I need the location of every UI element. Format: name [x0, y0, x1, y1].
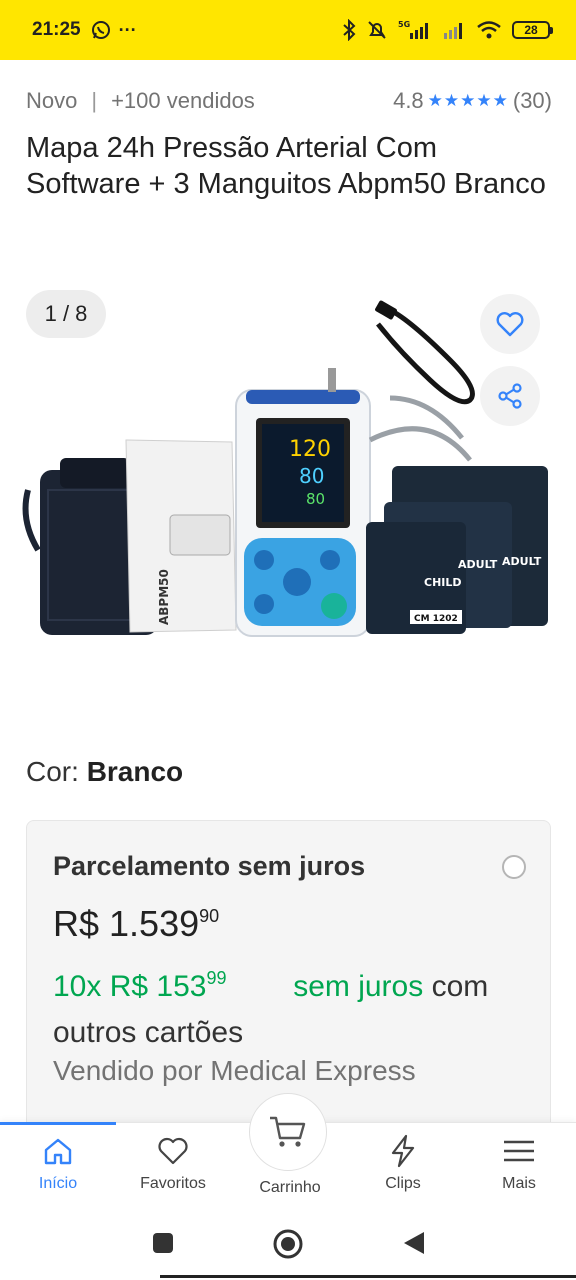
- battery-indicator: 28: [512, 21, 553, 39]
- share-button[interactable]: [480, 366, 540, 426]
- svg-text:5G: 5G: [398, 20, 410, 29]
- sold-count: +100 vendidos: [111, 88, 255, 113]
- color-label: Cor:: [26, 756, 79, 787]
- cart-icon: [270, 1116, 306, 1147]
- status-bar: 21:25 ··· 5G 28: [0, 0, 576, 60]
- menu-icon: [504, 1140, 534, 1162]
- color-selector[interactable]: Cor: Branco: [26, 756, 183, 788]
- condition-label: Novo: [26, 88, 78, 113]
- manual-booklet: ABPM50: [125, 439, 237, 633]
- nav-home[interactable]: Início: [8, 1133, 108, 1193]
- heart-icon: [158, 1137, 188, 1165]
- image-counter: 1 / 8: [26, 290, 106, 338]
- circle-home-icon: [273, 1229, 303, 1259]
- product-meta-row: Novo | +100 vendidos 4.8 ★★★★★ (30): [26, 86, 552, 116]
- device-systolic: 120: [289, 437, 331, 462]
- back-triangle-icon: [404, 1232, 424, 1254]
- lightning-icon: [391, 1134, 415, 1168]
- installment-count: 10x: [53, 970, 102, 1003]
- price-cents: 90: [199, 906, 220, 926]
- price: R$ 1.53990: [53, 903, 219, 945]
- home-button[interactable]: [272, 1228, 304, 1265]
- muted-bell-icon: [368, 21, 386, 39]
- system-navigation: [0, 1206, 576, 1280]
- installment-details: 10x R$ 15399 sem juros com outros cartõe…: [53, 955, 528, 1056]
- bluetooth-icon: [343, 19, 356, 41]
- product-title: Mapa 24h Pressão Arterial Com Software +…: [26, 132, 546, 200]
- nav-cart[interactable]: Carrinho: [240, 1179, 340, 1197]
- installments-heading: Parcelamento sem juros: [53, 851, 366, 881]
- signal-icon: [444, 23, 462, 39]
- product-gallery[interactable]: ABPM50 120 80 80 ADULT ADULT CHILD CM 12…: [0, 290, 576, 710]
- seller-info: Vendido por Medical Express: [53, 1055, 416, 1086]
- whatsapp-icon: [91, 21, 110, 39]
- home-icon: [44, 1138, 72, 1165]
- cuff-label-adult-1: ADULT: [502, 555, 542, 568]
- installment-value: R$ 15399: [109, 968, 227, 1003]
- more-notifications-icon: ···: [118, 19, 137, 40]
- no-interest-label: sem juros: [293, 970, 424, 1003]
- back-button[interactable]: [402, 1230, 426, 1261]
- installments-radio[interactable]: [502, 855, 526, 879]
- gesture-bar: [160, 1275, 576, 1278]
- device-diastolic: 80: [299, 464, 324, 488]
- device-pulse: 80: [306, 490, 325, 508]
- meta-divider: |: [91, 88, 98, 113]
- nav-cart-button[interactable]: [249, 1093, 327, 1171]
- nav-clips[interactable]: Clips: [353, 1133, 453, 1193]
- star-rating-icon: ★★★★★: [427, 91, 509, 110]
- share-icon: [498, 383, 522, 409]
- rating-summary[interactable]: 4.8 ★★★★★ (30): [393, 88, 552, 114]
- cuff-label-child: CHILD: [424, 576, 462, 589]
- cuff-label-adult-2: ADULT: [458, 558, 498, 571]
- installments-option[interactable]: Parcelamento sem juros R$ 1.53990 10x R$…: [26, 820, 551, 1140]
- rating-value: 4.8: [393, 88, 424, 113]
- abpm-device: 120 80 80: [235, 368, 371, 637]
- bottom-navigation: Início Favoritos Carrinho Clips Mais: [0, 1093, 576, 1206]
- heart-icon: [496, 312, 524, 337]
- product-image[interactable]: ABPM50 120 80 80 ADULT ADULT CHILD CM 12…: [0, 290, 576, 710]
- review-count: (30): [512, 88, 552, 113]
- color-value: Branco: [86, 756, 184, 787]
- signal-5g-icon: 5G: [398, 20, 428, 39]
- nav-more[interactable]: Mais: [469, 1133, 569, 1193]
- status-time: 21:25: [32, 19, 81, 40]
- active-tab-indicator: [0, 1122, 116, 1125]
- cuff-code: CM 1202: [414, 614, 458, 624]
- nav-favorites[interactable]: Favoritos: [123, 1133, 223, 1193]
- favorite-button[interactable]: [480, 294, 540, 354]
- price-integer: R$ 1.539: [53, 903, 200, 944]
- usb-cable: [375, 300, 475, 405]
- manual-label: ABPM50: [157, 569, 171, 625]
- wifi-icon: [477, 21, 501, 39]
- square-icon: [153, 1233, 173, 1253]
- cuffs: ADULT ADULT CHILD CM 1202: [366, 466, 548, 634]
- recents-button[interactable]: [152, 1232, 174, 1259]
